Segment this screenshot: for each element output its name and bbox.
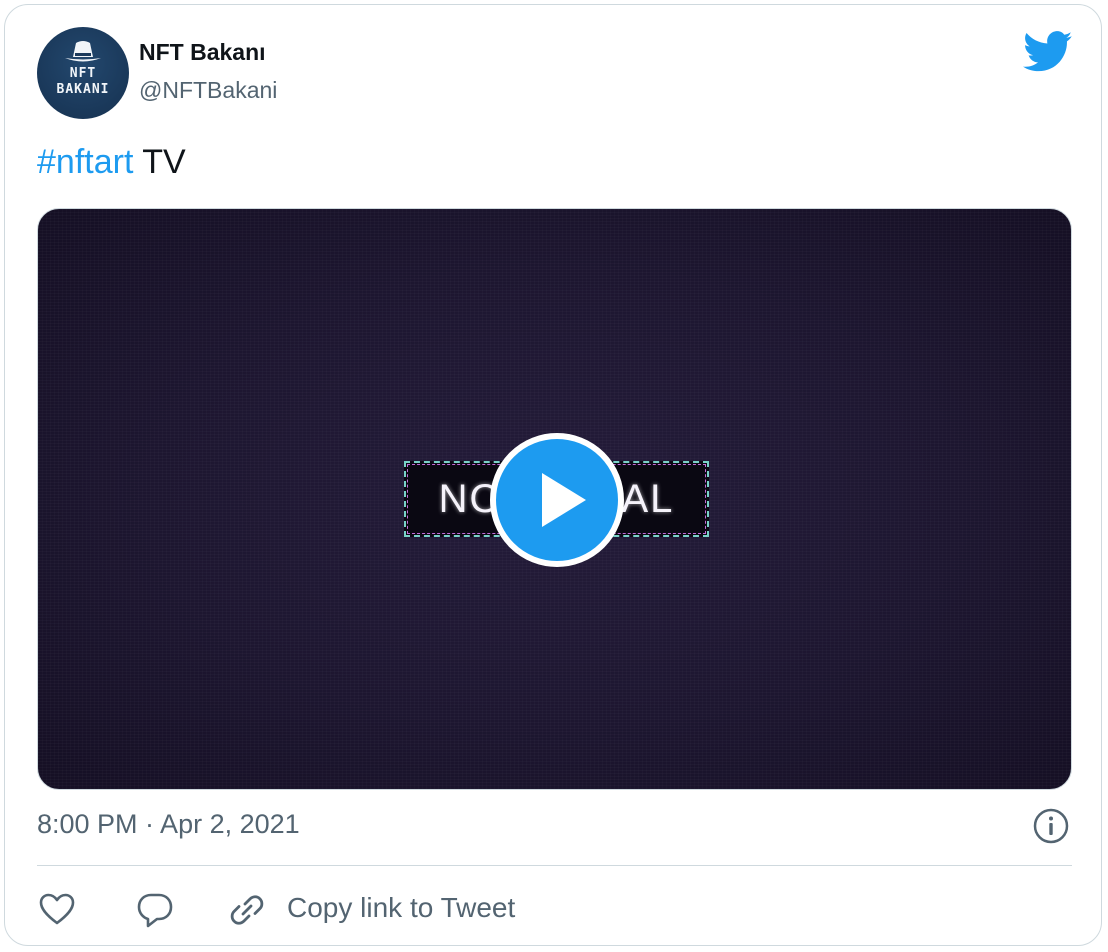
tweet-card: NFT BAKANI NFT Bakanı @NFTBakani #nftart… bbox=[4, 4, 1102, 946]
info-icon[interactable] bbox=[1032, 807, 1070, 845]
tweet-body: TV bbox=[133, 143, 186, 181]
copy-link-label: Copy link to Tweet bbox=[287, 892, 516, 923]
twitter-bird-icon[interactable] bbox=[1023, 31, 1073, 73]
author-handle[interactable]: @NFTBakani bbox=[139, 77, 277, 104]
video-player[interactable]: NO SIGNAL bbox=[37, 208, 1072, 790]
play-button[interactable] bbox=[490, 433, 624, 567]
play-icon bbox=[542, 473, 586, 527]
avatar[interactable]: NFT BAKANI bbox=[37, 27, 129, 119]
tweet-timestamp[interactable]: 8:00 PM · Apr 2, 2021 bbox=[37, 809, 300, 840]
speech-bubble-icon bbox=[137, 893, 173, 928]
like-button[interactable] bbox=[37, 890, 77, 930]
link-icon bbox=[230, 895, 264, 925]
reply-button[interactable] bbox=[135, 890, 175, 930]
heart-icon bbox=[39, 893, 75, 925]
hat-icon bbox=[65, 41, 101, 62]
copy-link-button[interactable]: Copy link to Tweet bbox=[227, 890, 547, 930]
author-name[interactable]: NFT Bakanı bbox=[139, 39, 266, 66]
avatar-text-bottom: BAKANI bbox=[56, 82, 110, 97]
avatar-text-top: NFT bbox=[69, 66, 97, 81]
divider bbox=[37, 865, 1072, 866]
tweet-text: #nftart TV bbox=[37, 143, 186, 182]
hashtag-link[interactable]: #nftart bbox=[37, 143, 133, 181]
